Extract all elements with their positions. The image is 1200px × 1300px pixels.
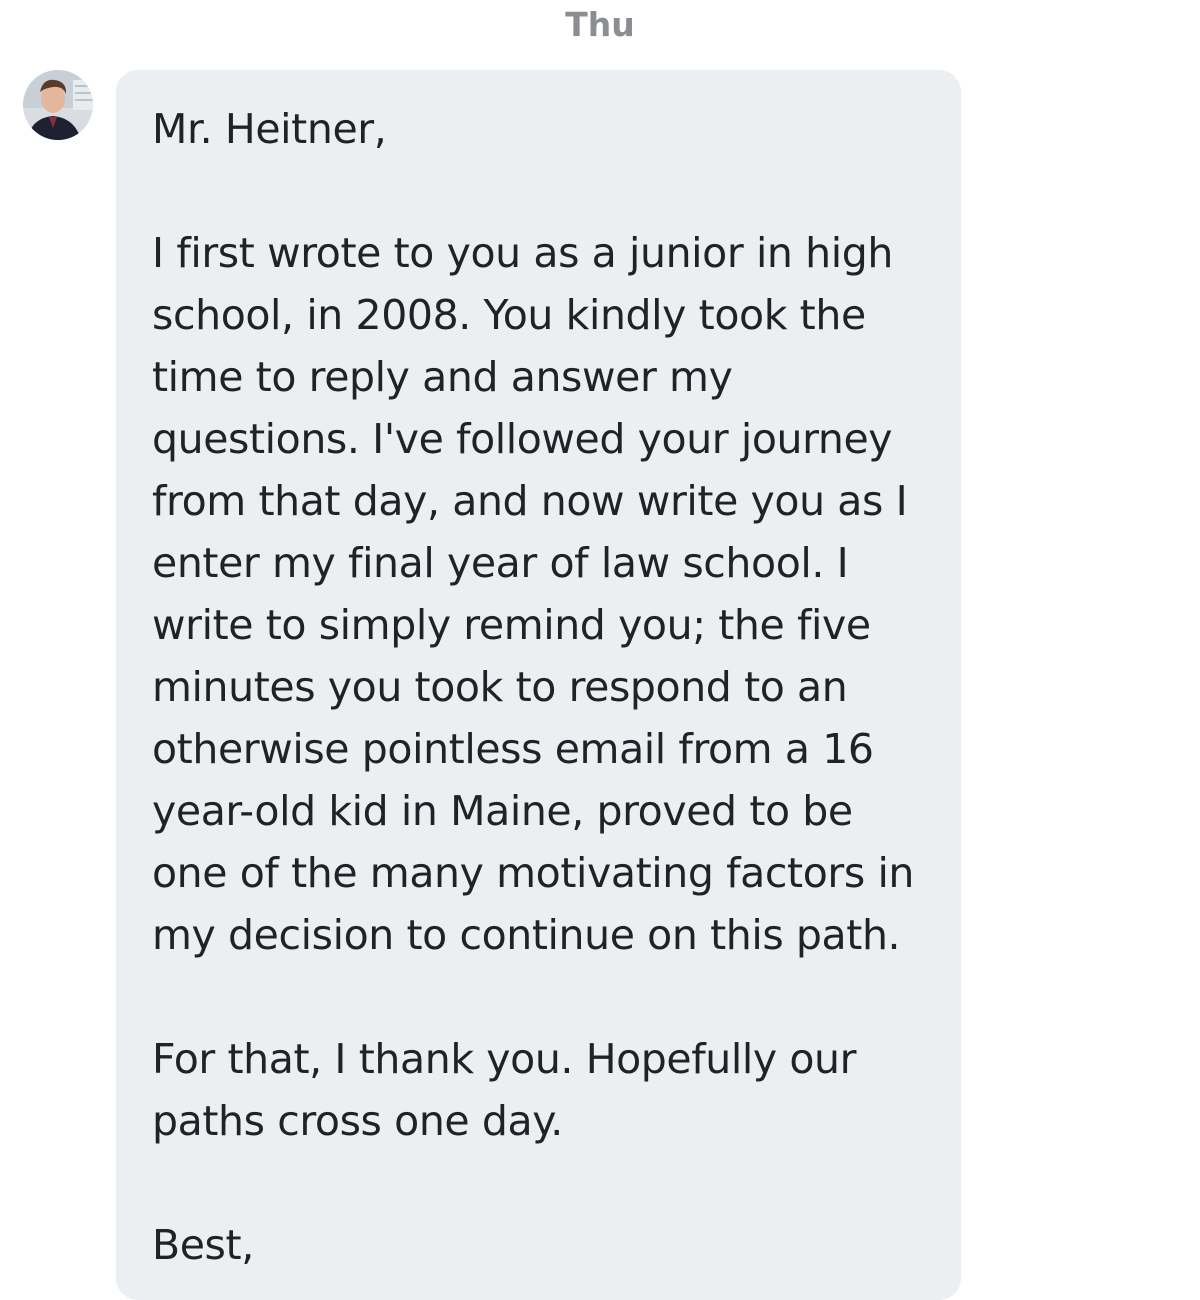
message-line: paths cross one day. [152,1097,563,1145]
message-paragraph-1: I first wrote to you as a junior in high… [152,222,931,966]
message-paragraph-2: For that, I thank you. Hopefully our pat… [152,1028,931,1152]
message-line: minutes you took to respond to an [152,663,848,711]
message-line: year-old kid in Maine, proved to be [152,787,853,835]
message-greeting: Mr. Heitner, [152,105,387,153]
sender-avatar[interactable] [23,70,93,140]
day-timestamp: Thu [565,5,635,44]
message-line: my decision to continue on this path. [152,911,901,959]
message-line: otherwise pointless email from a 16 [152,725,874,773]
message-line: one of the many motivating factors in [152,849,915,897]
message-bubble[interactable]: Mr. Heitner, I first wrote to you as a j… [116,70,961,1300]
message-line: enter my final year of law school. I [152,539,849,587]
avatar-photo-icon [23,70,93,140]
message-line: For that, I thank you. Hopefully our [152,1035,857,1083]
message-closing: Best, [152,1221,254,1269]
message-line: I first wrote to you as a junior in high [152,229,893,277]
message-line: time to reply and answer my [152,353,733,401]
message-line: school, in 2008. You kindly took the [152,291,866,339]
message-line: questions. I've followed your journey [152,415,893,463]
message-line: write to simply remind you; the five [152,601,871,649]
message-line: from that day, and now write you as I [152,477,908,525]
